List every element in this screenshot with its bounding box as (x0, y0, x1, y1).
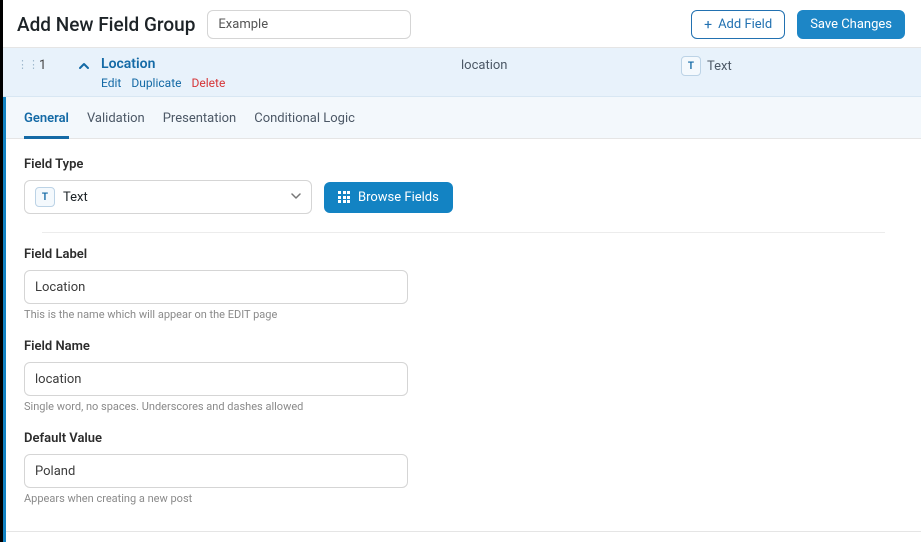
settings-body: Field Type T Text Browse Fields (6, 139, 921, 531)
text-type-icon: T (681, 56, 701, 76)
default-value-input[interactable] (24, 454, 408, 488)
tab-conditional[interactable]: Conditional Logic (254, 107, 355, 139)
browse-fields-button[interactable]: Browse Fields (324, 182, 453, 213)
row-index: 1 (39, 56, 67, 73)
text-type-icon: T (35, 187, 55, 207)
browse-fields-label: Browse Fields (358, 190, 439, 205)
setting-field-label: Field Label This is the name which will … (24, 247, 903, 321)
field-type-value: Text (63, 190, 88, 205)
field-name-label: Field Name (24, 339, 903, 354)
panel-footer: Close Field (6, 531, 921, 542)
row-action-delete[interactable]: Delete (192, 76, 226, 90)
setting-field-type: Field Type T Text Browse Fields (24, 157, 903, 214)
setting-default-value: Default Value Appears when creating a ne… (24, 431, 903, 505)
field-name-input[interactable] (24, 362, 408, 396)
save-label: Save Changes (810, 17, 892, 32)
chevron-down-icon (291, 191, 301, 204)
field-name-help: Single word, no spaces. Underscores and … (24, 400, 903, 413)
row-field-type: T Text (681, 56, 905, 76)
row-type-label: Text (707, 59, 732, 74)
plus-icon: + (704, 18, 712, 32)
field-type-row: T Text Browse Fields (24, 180, 903, 214)
settings-tabs: General Validation Presentation Conditio… (6, 97, 921, 139)
row-field-key: location (461, 56, 681, 73)
default-value-help: Appears when creating a new post (24, 492, 903, 505)
setting-field-name: Field Name Single word, no spaces. Under… (24, 339, 903, 413)
grid-icon (338, 191, 350, 203)
chevron-up-icon (78, 60, 90, 72)
add-field-label: Add Field (718, 17, 772, 32)
page-root: Add New Field Group + Add Field Save Cha… (0, 0, 921, 542)
field-label-help: This is the name which will appear on th… (24, 308, 903, 321)
save-changes-button[interactable]: Save Changes (797, 10, 905, 39)
field-type-label: Field Type (24, 157, 903, 172)
tab-general[interactable]: General (24, 107, 69, 139)
tab-validation[interactable]: Validation (87, 107, 145, 139)
row-action-duplicate[interactable]: Duplicate (131, 76, 181, 90)
row-title[interactable]: Location (101, 56, 461, 72)
tab-presentation[interactable]: Presentation (163, 107, 237, 139)
field-type-select[interactable]: T Text (24, 180, 312, 214)
row-actions: Edit Duplicate Delete (101, 76, 461, 90)
field-settings-panel: General Validation Presentation Conditio… (3, 97, 921, 542)
field-label-input[interactable] (24, 270, 408, 304)
drag-handle-icon[interactable]: ⋮⋮ (17, 56, 39, 70)
row-action-edit[interactable]: Edit (101, 76, 121, 90)
divider (42, 232, 885, 233)
page-header: Add New Field Group + Add Field Save Cha… (3, 0, 921, 48)
default-value-label: Default Value (24, 431, 903, 446)
page-title: Add New Field Group (17, 13, 195, 36)
collapse-toggle[interactable] (67, 56, 101, 72)
add-field-button[interactable]: + Add Field (691, 10, 785, 39)
row-main: Location Edit Duplicate Delete (101, 56, 461, 90)
field-label-label: Field Label (24, 247, 903, 262)
field-row[interactable]: ⋮⋮ 1 Location Edit Duplicate Delete loca… (3, 48, 921, 97)
group-name-input[interactable] (207, 10, 411, 39)
